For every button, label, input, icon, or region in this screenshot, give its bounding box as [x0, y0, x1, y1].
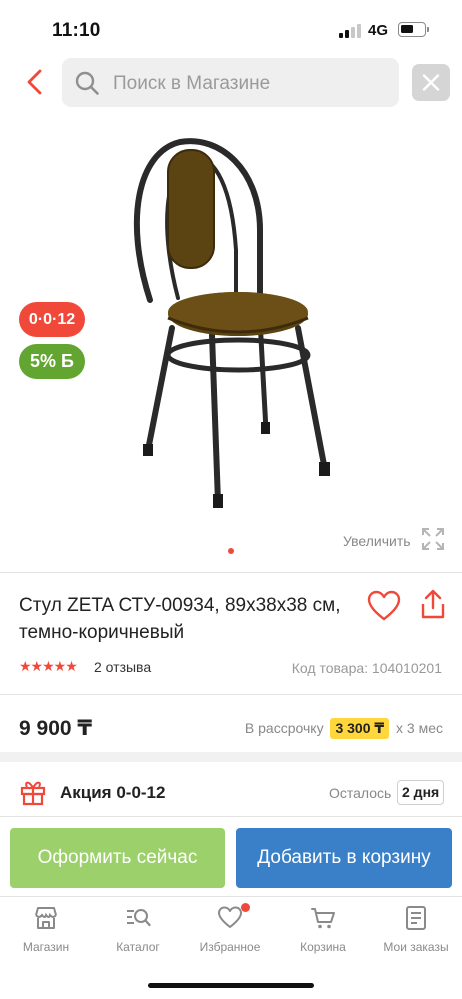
search-icon — [75, 71, 99, 95]
shop-icon — [35, 907, 57, 929]
tab-label: Каталог — [116, 940, 160, 954]
rating-stars-icon: ★★★★★ — [19, 658, 78, 674]
installment-info: В рассрочку 3 300 ₸ х 3 мес — [245, 718, 443, 739]
product-image — [133, 138, 330, 508]
share-button[interactable] — [420, 588, 446, 620]
search-placeholder: Поиск в Магазине — [113, 73, 271, 94]
zoom-label: Увеличить — [343, 533, 411, 549]
section-divider — [0, 752, 462, 762]
share-icon — [421, 589, 445, 619]
network-type: 4G — [368, 22, 389, 39]
tab-favorites[interactable]: Избранное — [184, 896, 276, 962]
status-time: 11:10 — [52, 20, 101, 41]
bonus-badge: 5% Б — [19, 344, 85, 379]
installment-amount: 3 300 ₸ — [330, 718, 390, 739]
tab-cart[interactable]: Корзина — [277, 896, 369, 962]
orders-icon — [406, 906, 426, 930]
installment-badge: 0·0·12 — [19, 302, 85, 337]
promo-label: Акция 0-0-12 — [60, 783, 166, 802]
tab-shop[interactable]: Магазин — [0, 896, 92, 962]
installment-suffix: х 3 мес — [396, 720, 443, 736]
heart-icon — [367, 590, 401, 621]
cart-icon — [311, 908, 335, 929]
reviews-link[interactable]: 2 отзыва — [94, 659, 151, 675]
product-price: 9 900 ₸ — [19, 717, 92, 740]
divider — [0, 816, 462, 817]
signal-icon — [339, 24, 363, 38]
favorite-button[interactable] — [367, 590, 401, 622]
add-to-cart-button[interactable]: Добавить в корзину — [236, 828, 452, 888]
heart-icon — [218, 906, 242, 928]
product-sku: Код товара: 104010201 — [291, 660, 442, 676]
battery-icon — [398, 22, 426, 37]
back-button[interactable] — [20, 66, 50, 98]
tab-label: Корзина — [300, 940, 346, 954]
notification-dot — [241, 903, 250, 912]
product-title: Стул ZETA СТУ-00934, 89х38х38 см, темно-… — [19, 595, 341, 643]
tab-label: Избранное — [199, 940, 261, 954]
remaining-label: Осталось — [329, 785, 392, 801]
gallery-page-indicator — [228, 548, 234, 554]
divider — [0, 694, 462, 695]
clear-search-button[interactable] — [412, 64, 450, 101]
installment-prefix: В рассрочку — [244, 720, 324, 736]
gift-icon — [20, 781, 46, 806]
battery-tip — [427, 27, 429, 32]
status-bar: 11:10 4G — [0, 0, 462, 56]
tab-label: Мои заказы — [383, 940, 449, 954]
tab-label: Магазин — [22, 940, 70, 954]
close-icon — [422, 74, 440, 91]
search-input[interactable]: Поиск в Магазине — [62, 58, 399, 107]
product-gallery[interactable]: 0·0·12 5% Б Увеличить — [0, 120, 462, 570]
tab-orders[interactable]: Мои заказы — [370, 896, 462, 962]
divider — [0, 572, 462, 573]
remaining-value: 2 дня — [397, 780, 445, 805]
catalog-search-icon — [127, 909, 151, 927]
zoom-button[interactable]: Увеличить — [343, 527, 453, 555]
search-row: Поиск в Магазине — [0, 56, 462, 108]
tab-catalog[interactable]: Каталог — [92, 896, 184, 962]
home-indicator — [148, 983, 314, 988]
expand-icon — [422, 528, 444, 550]
chevron-left-icon — [27, 69, 42, 95]
bottom-tab-bar: Магазин Каталог Избранное Корзина Мои за… — [0, 896, 462, 968]
buy-now-button[interactable]: Оформить сейчас — [10, 828, 225, 888]
